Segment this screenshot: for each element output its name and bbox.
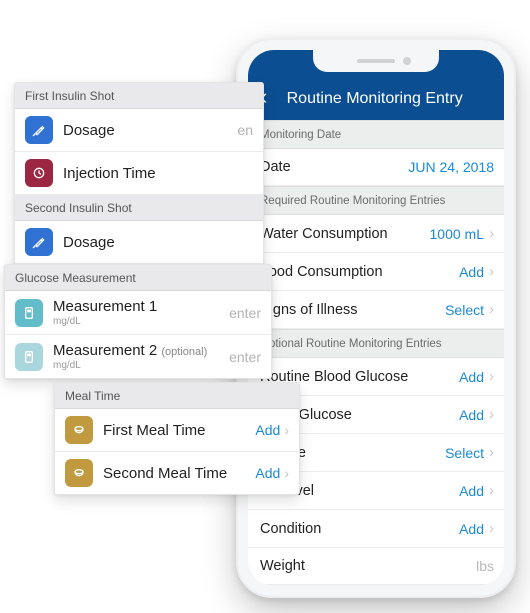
glucometer-icon bbox=[15, 299, 43, 327]
chevron-right-icon: › bbox=[284, 422, 289, 438]
section-meal: Meal Time bbox=[55, 383, 299, 409]
injection-time-row-1[interactable]: Injection Time bbox=[15, 152, 263, 195]
bowl-icon bbox=[65, 416, 93, 444]
second-meal-row[interactable]: Second Meal Time Add › bbox=[55, 452, 299, 494]
measurement-2-row[interactable]: Measurement 2 (optional) mg/dL enter bbox=[5, 335, 271, 378]
first-meal-add[interactable]: Add bbox=[255, 422, 280, 438]
condition-value: Add bbox=[459, 521, 484, 537]
condition-label: Condition bbox=[260, 521, 459, 537]
phone-screen: ‹ Routine Monitoring Entry Monitoring Da… bbox=[248, 50, 504, 586]
measurement-2-unit: mg/dL bbox=[53, 360, 229, 371]
measurement-2-label: Measurement 2 (optional) mg/dL bbox=[53, 342, 229, 371]
syringe-icon bbox=[25, 116, 53, 144]
scroll-area[interactable]: Monitoring Date Date JUN 24, 2018 Requir… bbox=[248, 120, 504, 586]
blood-glucose-value: Add bbox=[459, 369, 484, 385]
measurement-1-label: Measurement 1 mg/dL bbox=[53, 298, 229, 327]
chevron-right-icon: › bbox=[489, 444, 494, 461]
section-required: Required Routine Monitoring Entries bbox=[248, 186, 504, 215]
date-value: JUN 24, 2018 bbox=[408, 159, 494, 175]
exercise-value: Add bbox=[459, 483, 484, 499]
section-second-insulin: Second Insulin Shot bbox=[15, 195, 263, 221]
measurement-2-text: Measurement 2 bbox=[53, 342, 157, 359]
chevron-right-icon: › bbox=[489, 368, 494, 385]
ketone-value: Select bbox=[445, 445, 484, 461]
chevron-right-icon: › bbox=[284, 465, 289, 481]
weight-value: lbs bbox=[476, 558, 494, 574]
glucose-panel: Glucose Measurement Measurement 1 mg/dL … bbox=[4, 264, 272, 379]
weight-label: Weight bbox=[260, 558, 476, 574]
dosage-label: Dosage bbox=[63, 234, 253, 251]
measurement-1-text: Measurement 1 bbox=[53, 298, 157, 315]
section-monitoring-date: Monitoring Date bbox=[248, 120, 504, 149]
second-meal-label: Second Meal Time bbox=[103, 465, 255, 482]
food-row[interactable]: Food Consumption Add › bbox=[248, 253, 504, 291]
illness-label: Signs of Illness bbox=[260, 302, 445, 318]
water-value: 1000 mL bbox=[430, 226, 484, 242]
first-meal-row[interactable]: First Meal Time Add › bbox=[55, 409, 299, 452]
first-meal-label: First Meal Time bbox=[103, 422, 255, 439]
measurement-1-hint: enter bbox=[229, 305, 261, 321]
dosage-row-2[interactable]: Dosage bbox=[15, 221, 263, 264]
chevron-right-icon: › bbox=[489, 482, 494, 499]
measurement-1-row[interactable]: Measurement 1 mg/dL enter bbox=[5, 291, 271, 335]
glucometer-icon bbox=[15, 343, 43, 371]
syringe-icon bbox=[25, 228, 53, 256]
section-first-insulin: First Insulin Shot bbox=[15, 83, 263, 109]
section-glucose: Glucose Measurement bbox=[5, 265, 271, 291]
weight-row[interactable]: Weight lbs bbox=[248, 548, 504, 585]
navbar-title: Routine Monitoring Entry bbox=[257, 90, 492, 108]
water-row[interactable]: Water Consumption 1000 mL › bbox=[248, 215, 504, 253]
measurement-2-optional: (optional) bbox=[161, 346, 207, 358]
dosage-label: Dosage bbox=[63, 122, 237, 139]
date-row[interactable]: Date JUN 24, 2018 bbox=[248, 149, 504, 186]
footnote-text: Do you need to build a glucose curve? Pe… bbox=[248, 585, 504, 586]
measurement-2-hint: enter bbox=[229, 349, 261, 365]
phone-notch bbox=[313, 50, 439, 72]
injection-time-label: Injection Time bbox=[63, 165, 253, 182]
date-label: Date bbox=[260, 159, 408, 175]
chevron-right-icon: › bbox=[489, 406, 494, 423]
condition-row[interactable]: Condition Add › bbox=[248, 510, 504, 548]
food-label: Food Consumption bbox=[260, 264, 459, 280]
phone-mockup: ‹ Routine Monitoring Entry Monitoring Da… bbox=[236, 38, 516, 598]
dosage-row-1[interactable]: Dosage en bbox=[15, 109, 263, 152]
section-optional: Optional Routine Monitoring Entries bbox=[248, 329, 504, 358]
food-value: Add bbox=[459, 264, 484, 280]
chevron-right-icon: › bbox=[489, 520, 494, 537]
chevron-right-icon: › bbox=[489, 225, 494, 242]
illness-row[interactable]: Signs of Illness Select › bbox=[248, 291, 504, 329]
urine-glucose-value: Add bbox=[459, 407, 484, 423]
water-label: Water Consumption bbox=[260, 226, 430, 242]
chevron-right-icon: › bbox=[489, 263, 494, 280]
bowl-icon bbox=[65, 459, 93, 487]
measurement-1-unit: mg/dL bbox=[53, 316, 229, 327]
clock-icon bbox=[25, 159, 53, 187]
meal-panel: Meal Time First Meal Time Add › Second M… bbox=[54, 382, 300, 495]
illness-value: Select bbox=[445, 302, 484, 318]
second-meal-add[interactable]: Add bbox=[255, 465, 280, 481]
chevron-right-icon: › bbox=[489, 301, 494, 318]
dosage-hint: en bbox=[237, 122, 253, 138]
